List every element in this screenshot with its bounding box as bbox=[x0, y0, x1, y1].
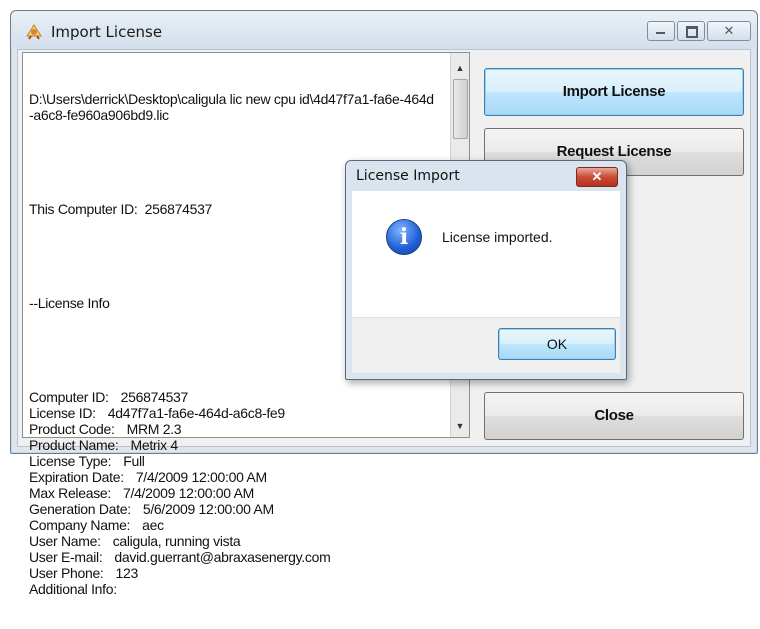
minimize-button[interactable] bbox=[647, 21, 675, 41]
minimize-icon bbox=[656, 32, 665, 34]
license-field-value: 7/4/2009 12:00:00 AM bbox=[135, 469, 267, 485]
license-file-path: D:\Users\derrick\Desktop\caligula lic ne… bbox=[29, 91, 434, 123]
close-button[interactable]: Close bbox=[484, 392, 744, 440]
license-field-list: Computer ID: 256874537 License ID: 4d47f7a1… bbox=[29, 389, 437, 597]
import-license-button[interactable]: Import License bbox=[484, 68, 744, 116]
caption-buttons: ✕ bbox=[647, 21, 751, 41]
license-field-row: Company Name: aec bbox=[29, 517, 437, 533]
title-bar: Import License ✕ bbox=[11, 11, 757, 49]
license-field-label: Expiration Date: bbox=[29, 469, 124, 485]
close-icon: ✕ bbox=[723, 23, 735, 38]
license-field-value: 5/6/2009 12:00:00 AM bbox=[142, 501, 274, 517]
maximize-button[interactable] bbox=[677, 21, 705, 41]
scroll-up-arrow-icon[interactable]: ▲ bbox=[451, 59, 469, 77]
license-field-row: Generation Date: 5/6/2009 12:00:00 AM bbox=[29, 501, 437, 517]
license-field-value: caligula, running vista bbox=[112, 533, 241, 549]
license-field-row: User E-mail: david.guerrant@abraxasenergy… bbox=[29, 549, 437, 565]
license-field-label: Generation Date: bbox=[29, 501, 131, 517]
dialog-footer: OK bbox=[352, 317, 620, 373]
license-field-label: Computer ID: bbox=[29, 389, 109, 405]
dialog-title-bar: License Import ✕ bbox=[346, 161, 626, 191]
license-field-row: User Name: caligula, running vista bbox=[29, 533, 437, 549]
ok-button[interactable]: OK bbox=[498, 328, 616, 360]
scroll-down-arrow-icon[interactable]: ▼ bbox=[451, 417, 469, 435]
license-field-row: Product Code: MRM 2.3 bbox=[29, 421, 437, 437]
license-field-row: Product Name: Metrix 4 bbox=[29, 437, 437, 453]
license-field-value: 4d47f7a1-fa6e-464d-a6c8-fe9 bbox=[107, 405, 285, 421]
scroll-thumb[interactable] bbox=[453, 79, 468, 139]
license-field-label: License ID: bbox=[29, 405, 96, 421]
license-import-dialog: License Import ✕ i License imported. OK bbox=[345, 160, 627, 380]
license-field-row: Max Release: 7/4/2009 12:00:00 AM bbox=[29, 485, 437, 501]
license-field-value: Full bbox=[123, 453, 145, 469]
dialog-body: i License imported. bbox=[352, 191, 620, 317]
window-close-button[interactable]: ✕ bbox=[707, 21, 751, 41]
license-field-label: License Type: bbox=[29, 453, 112, 469]
license-field-label: Max Release: bbox=[29, 485, 111, 501]
license-field-value: aec bbox=[142, 517, 164, 533]
license-field-label: User Phone: bbox=[29, 565, 104, 581]
license-field-label: User Name: bbox=[29, 533, 101, 549]
app-icon bbox=[26, 24, 42, 40]
dialog-close-button[interactable]: ✕ bbox=[576, 167, 618, 187]
license-field-label: Additional Info: bbox=[29, 581, 117, 597]
license-field-label: Company Name: bbox=[29, 517, 131, 533]
license-field-label: User E-mail: bbox=[29, 549, 103, 565]
license-field-row: License Type: Full bbox=[29, 453, 437, 469]
window-title: Import License bbox=[51, 23, 163, 41]
license-field-label: Product Name: bbox=[29, 437, 119, 453]
license-field-value: david.guerrant@abraxasenergy.com bbox=[114, 549, 331, 565]
license-field-value: 256874537 bbox=[120, 389, 189, 405]
license-field-value: MRM 2.3 bbox=[126, 421, 182, 437]
info-icon: i bbox=[386, 219, 422, 255]
license-field-value: Metrix 4 bbox=[130, 437, 178, 453]
license-field-row: Computer ID: 256874537 bbox=[29, 389, 437, 405]
license-field-value: 7/4/2009 12:00:00 AM bbox=[123, 485, 254, 501]
dialog-title: License Import bbox=[356, 168, 460, 184]
license-field-label: Product Code: bbox=[29, 421, 115, 437]
license-field-row: Expiration Date: 7/4/2009 12:00:00 AM bbox=[29, 469, 437, 485]
maximize-icon bbox=[686, 26, 698, 38]
dialog-message: License imported. bbox=[442, 229, 553, 245]
license-field-row: User Phone: 123 bbox=[29, 565, 437, 581]
license-field-value: 123 bbox=[115, 565, 139, 581]
close-icon: ✕ bbox=[591, 169, 603, 184]
license-field-row: License ID: 4d47f7a1-fa6e-464d-a6c8-fe9 bbox=[29, 405, 437, 421]
license-field-row: Additional Info: bbox=[29, 581, 437, 597]
